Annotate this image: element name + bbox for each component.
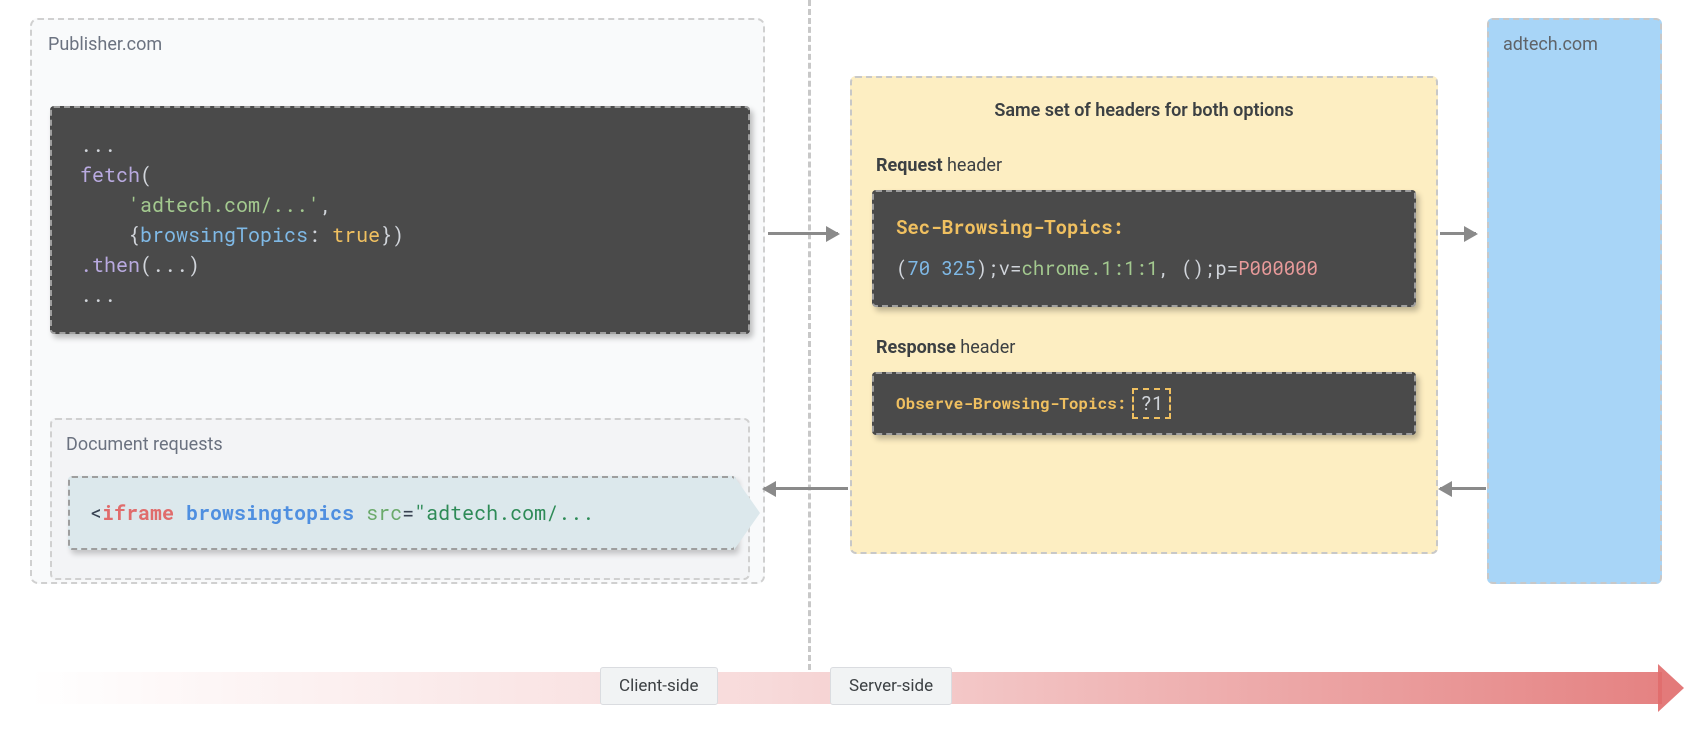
iframe-eq: = (402, 500, 414, 526)
response-header-block: Observe-Browsing-Topics: ?1 (872, 372, 1416, 435)
req-n2: 325 (942, 256, 976, 281)
arrow-adtech-to-headers (1440, 487, 1486, 490)
iframe-src-value: "adtech.com/... (414, 500, 594, 526)
adtech-label: adtech.com (1503, 34, 1598, 55)
request-header-label: Request header (876, 155, 1436, 176)
req-n1: 70 (907, 256, 930, 281)
req-empty-paren: (); (1181, 256, 1215, 281)
document-requests-label: Document requests (66, 434, 223, 455)
req-close-semi: ); (976, 256, 999, 281)
req-open: ( (896, 256, 907, 281)
iframe-attr-browsingtopics: browsingtopics (186, 500, 354, 526)
response-header-name: Observe-Browsing-Topics: (896, 393, 1126, 414)
client-server-divider (808, 0, 811, 670)
adtech-panel: adtech.com (1487, 18, 1662, 584)
response-header-label: Response header (876, 337, 1436, 358)
iframe-code-block: <iframe browsingtopics src="adtech.com/.… (68, 476, 736, 550)
iframe-open-bracket: < (90, 500, 102, 526)
req-p-eq: p= (1215, 256, 1238, 281)
iframe-attr-src: src (366, 500, 402, 526)
server-side-label: Server-side (830, 667, 952, 705)
code-brace-close: }) (380, 222, 404, 248)
req-comma: , (1158, 256, 1181, 281)
document-requests-panel: Document requests <iframe browsingtopics… (50, 418, 750, 580)
arrow-headers-to-iframe (764, 487, 848, 490)
req-chrome: chrome.1:1:1 (1021, 256, 1158, 281)
arrow-headers-to-adtech (1440, 232, 1476, 235)
code-open-paren: ( (140, 162, 152, 188)
response-header-value: ?1 (1132, 388, 1171, 419)
code-key: browsingTopics (140, 222, 308, 248)
code-then-args: (...) (140, 252, 200, 278)
req-v-eq: v= (999, 256, 1022, 281)
code-comma: , (320, 192, 332, 218)
arrow-fetch-to-headers (768, 232, 838, 235)
req-p-val: P000000 (1238, 256, 1318, 281)
publisher-panel: Publisher.com ... fetch( 'adtech.com/...… (30, 18, 765, 584)
code-colon: : (308, 222, 332, 248)
request-header-name: Sec-Browsing-Topics: (896, 215, 1124, 240)
code-url: 'adtech.com/...' (128, 192, 320, 218)
request-header-block: Sec-Browsing-Topics: (70 325);v=chrome.1… (872, 190, 1416, 307)
code-true: true (332, 222, 380, 248)
code-brace-open: { (128, 222, 140, 248)
iframe-tag: iframe (102, 500, 174, 526)
headers-title: Same set of headers for both options (852, 78, 1436, 121)
code-then: .then (80, 252, 140, 278)
fetch-code-block: ... fetch( 'adtech.com/...', {browsingTo… (50, 106, 750, 334)
client-side-label: Client-side (600, 667, 718, 705)
code-ellipsis: ... (80, 132, 116, 158)
headers-panel: Same set of headers for both options Req… (850, 76, 1438, 554)
code-fetch: fetch (80, 162, 140, 188)
code-ellipsis-end: ... (80, 282, 116, 308)
publisher-label: Publisher.com (48, 34, 162, 55)
